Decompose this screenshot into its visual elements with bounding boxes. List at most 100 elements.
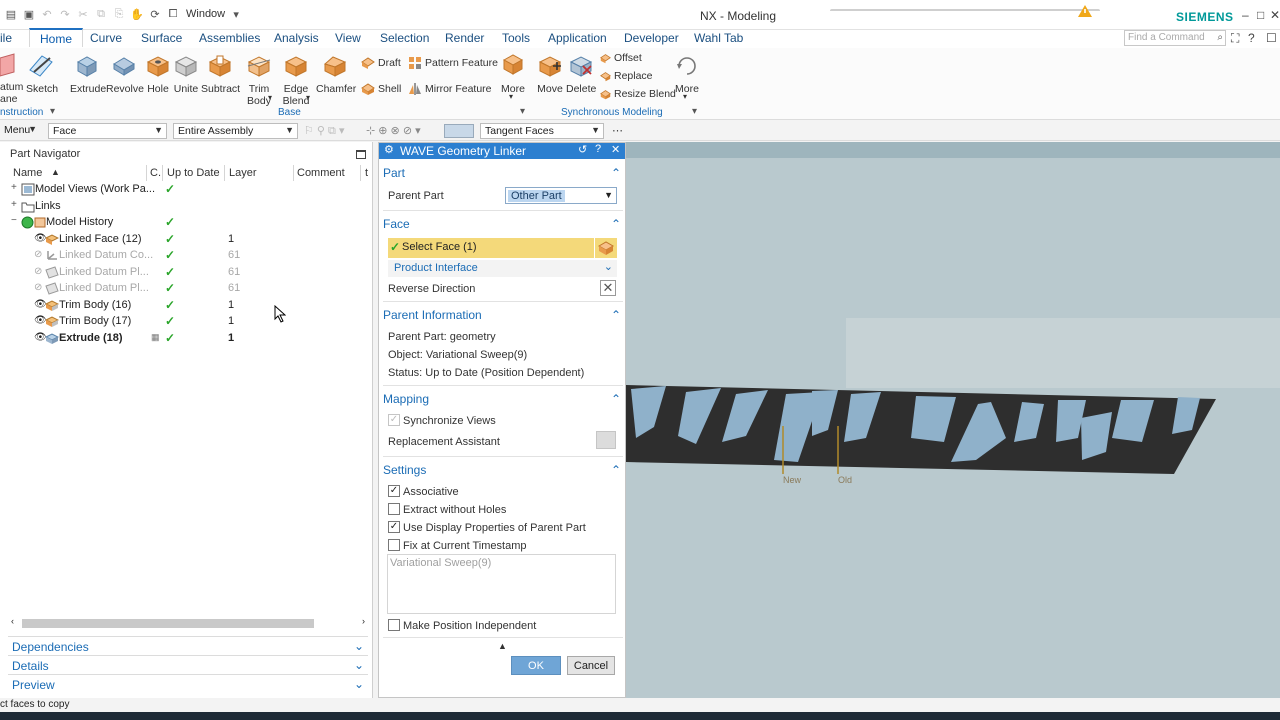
tab-selection[interactable]: Selection <box>380 31 429 45</box>
tab-home[interactable]: Home <box>29 28 84 47</box>
restore-ribbon-icon[interactable]: ⛶ <box>1231 31 1239 46</box>
command-search-input[interactable]: Find a Command ⌕ <box>1124 30 1226 46</box>
more-features-dropdown-icon[interactable]: ▾ <box>509 92 513 101</box>
face-rule-dropdown[interactable]: Tangent Faces ▼ <box>480 123 604 139</box>
paste-icon[interactable]: ⎘ <box>112 7 126 21</box>
face-selection-button[interactable] <box>595 238 617 258</box>
timestamp-notes-field[interactable]: Variational Sweep(9) <box>387 554 616 614</box>
offset-region-button[interactable]: Offset <box>600 52 642 64</box>
extract-without-holes-checkbox[interactable] <box>388 503 400 515</box>
face-rule-toggle-icon[interactable] <box>444 124 474 138</box>
close-icon[interactable]: ✕ <box>611 143 620 156</box>
maximize-panel-icon[interactable] <box>356 150 366 159</box>
model-view[interactable] <box>626 142 1280 698</box>
replace-face-button[interactable]: Replace <box>600 70 653 82</box>
tab-analysis[interactable]: Analysis <box>274 31 319 45</box>
column-layer[interactable]: Layer <box>229 167 257 179</box>
shell-button[interactable]: Shell <box>361 82 401 96</box>
fix-timestamp-checkbox[interactable] <box>388 539 400 551</box>
menu-dropdown[interactable]: Menu ▼ <box>0 123 40 139</box>
use-display-properties-checkbox[interactable]: ✓ <box>388 521 400 533</box>
cancel-button[interactable]: Cancel <box>567 656 615 675</box>
base-group-dropdown-icon[interactable]: ▾ <box>520 106 525 117</box>
file-menu-icon[interactable]: ▤ <box>4 7 18 21</box>
mapping-header[interactable]: Mapping ⌃ <box>383 392 623 406</box>
sketch-button[interactable]: Sketch <box>26 52 58 95</box>
column-divider[interactable] <box>146 165 147 181</box>
tree-row-model-views[interactable]: + Model Views (Work Pa... ✓ <box>0 182 370 198</box>
details-section[interactable]: Details ⌄ <box>8 655 368 674</box>
pattern-feature-button[interactable]: Pattern Feature <box>408 56 498 70</box>
redo-icon[interactable]: ↷ <box>58 7 72 21</box>
chamfer-button[interactable]: Chamfer <box>316 52 356 95</box>
column-divider[interactable] <box>162 165 163 181</box>
extrude-button[interactable]: Extrude <box>70 52 106 95</box>
ribbon-options-icon[interactable]: ☐ <box>1266 31 1277 45</box>
repeat-command-icon[interactable]: ⟳ <box>148 7 162 21</box>
trim-body-dropdown-icon[interactable]: ▾ <box>268 93 272 102</box>
column-up-to-date[interactable]: Up to Date <box>167 167 220 179</box>
overflow-icon[interactable]: ⋯ <box>612 124 623 137</box>
tab-wahl[interactable]: Wahl Tab <box>694 31 743 45</box>
tab-surface[interactable]: Surface <box>141 31 182 45</box>
trim-body-button[interactable]: Trim Body ▾ <box>242 52 276 107</box>
cut-icon[interactable]: ✂ <box>76 7 90 21</box>
sync-group-dropdown-icon[interactable]: ▾ <box>692 106 697 117</box>
select-face-row[interactable]: ✓ Select Face (1) <box>388 238 594 258</box>
revolve-button[interactable]: Revolve <box>106 52 144 95</box>
column-divider[interactable] <box>360 165 361 181</box>
edge-blend-dropdown-icon[interactable]: ▾ <box>306 93 310 102</box>
tab-application[interactable]: Application <box>548 31 607 45</box>
expand-icon[interactable]: + <box>11 199 20 210</box>
save-icon[interactable]: ▣ <box>22 7 36 21</box>
tab-tools[interactable]: Tools <box>502 31 530 45</box>
mirror-feature-button[interactable]: Mirror Feature <box>408 82 492 96</box>
help-icon[interactable]: ? <box>595 143 601 155</box>
tab-file[interactable]: ile <box>0 31 12 45</box>
help-icon[interactable]: ? <box>1248 31 1255 45</box>
reverse-direction-button[interactable]: ✕ <box>600 280 616 296</box>
column-divider[interactable] <box>293 165 294 181</box>
tree-row-trim-body-16[interactable]: 👁 Trim Body (16) ✓ 1 <box>0 298 370 314</box>
tree-row-linked-datum-plane[interactable]: ⊘ Linked Datum Pl... ✓ 61 <box>0 281 370 297</box>
ok-button[interactable]: OK <box>511 656 561 675</box>
tree-row-extrude-18[interactable]: 👁 Extrude (18) ▦ ✓ 1 <box>0 331 370 347</box>
scrollbar-thumb[interactable] <box>22 619 314 628</box>
column-current[interactable]: C. <box>150 167 161 179</box>
delete-face-button[interactable]: Delete <box>566 52 596 95</box>
window-menu[interactable]: Window <box>186 8 225 20</box>
qat-dropdown-icon[interactable]: ▾ <box>229 7 243 21</box>
touch-mode-icon[interactable]: ✋ <box>130 7 144 21</box>
draft-button[interactable]: Draft <box>361 56 401 70</box>
minimize-button[interactable]: – <box>1242 8 1249 22</box>
preview-section[interactable]: Preview ⌄ <box>8 674 368 693</box>
resize-blend-button[interactable]: Resize Blend <box>600 88 676 100</box>
move-face-button[interactable]: Move <box>536 52 564 95</box>
snap-tool-icons[interactable]: ⊹ ⊕ ⊗ ⊘ ▾ <box>366 124 421 137</box>
tab-developer[interactable]: Developer <box>624 31 679 45</box>
tree-row-linked-datum-plane[interactable]: ⊘ Linked Datum Pl... ✓ 61 <box>0 265 370 281</box>
face-section-header[interactable]: Face ⌃ <box>383 217 623 231</box>
maximize-button[interactable]: □ <box>1257 8 1264 22</box>
undo-icon[interactable]: ↶ <box>40 7 54 21</box>
parent-information-header[interactable]: Parent Information ⌃ <box>383 308 623 322</box>
edge-blend-button[interactable]: Edge Blend ▾ <box>278 52 314 107</box>
collapse-dialog-icon[interactable]: ▲ <box>498 641 507 651</box>
column-comment[interactable]: Comment <box>297 167 345 179</box>
scroll-left-icon[interactable]: ‹ <box>11 616 14 626</box>
column-t[interactable]: t <box>365 167 368 179</box>
hole-button[interactable]: Hole <box>144 52 172 95</box>
tree-row-trim-body-17[interactable]: 👁 Trim Body (17) ✓ 1 <box>0 314 370 330</box>
more-sync-button[interactable]: More ▾ <box>672 52 702 101</box>
tree-row-linked-face[interactable]: 👁 Linked Face (12) ✓ 1 <box>0 232 370 248</box>
expand-icon[interactable]: + <box>11 182 20 193</box>
tab-curve[interactable]: Curve <box>90 31 122 45</box>
parent-part-dropdown[interactable]: Other Part ▼ <box>505 187 617 204</box>
tab-assemblies[interactable]: Assemblies <box>199 31 260 45</box>
associative-checkbox[interactable]: ✓ <box>388 485 400 497</box>
column-name[interactable]: Name <box>13 167 42 179</box>
dialog-header[interactable]: ⚙ WAVE Geometry Linker ↺ ? ✕ <box>379 143 625 159</box>
part-section-header[interactable]: Part ⌃ <box>383 166 623 180</box>
product-interface-row[interactable]: Product Interface ⌄ <box>388 260 617 277</box>
close-window-button[interactable]: ✕ <box>1270 8 1280 22</box>
